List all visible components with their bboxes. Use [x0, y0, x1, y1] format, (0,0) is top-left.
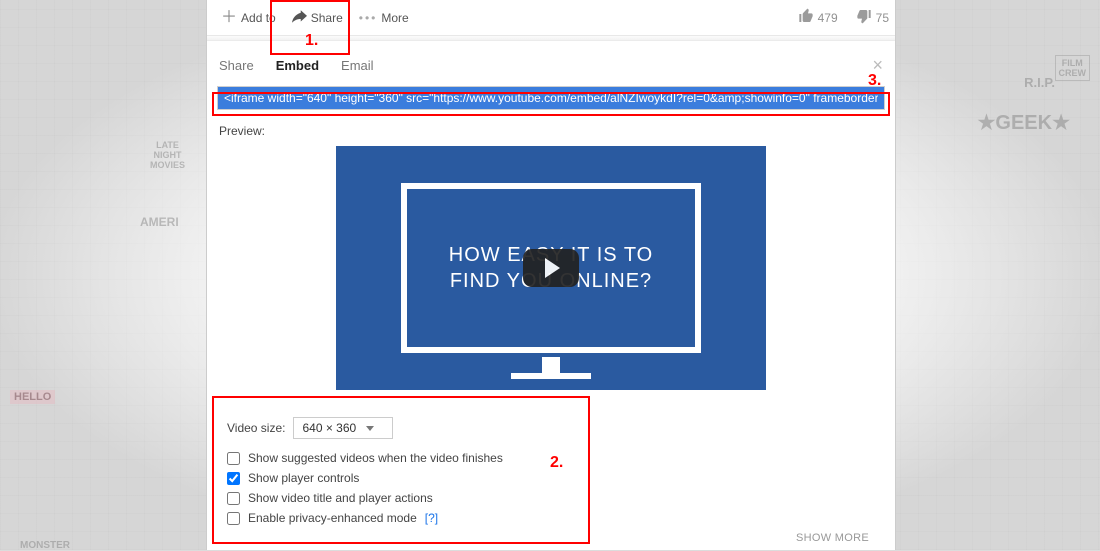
opt-privacy[interactable]: Enable privacy-enhanced mode [?] — [227, 508, 875, 528]
embed-code-input[interactable] — [217, 86, 885, 110]
opt-controls-label: Show player controls — [248, 471, 359, 485]
doodle-film: FILM CREW — [1055, 55, 1091, 81]
doodle-geek: ★GEEK★ — [977, 110, 1070, 135]
opt-title-actions-checkbox[interactable] — [227, 492, 240, 505]
share-arrow-icon — [292, 10, 307, 26]
tab-share[interactable]: Share — [219, 58, 254, 73]
add-to-button[interactable]: ＋ Add to — [213, 6, 284, 30]
dislike-count: 75 — [876, 11, 889, 25]
more-label: More — [381, 11, 408, 25]
privacy-help-link[interactable]: [?] — [425, 511, 438, 525]
video-preview[interactable]: HOW EASY IT IS TO FIND YOU ONLINE? — [336, 146, 766, 390]
doodle-monster: MONSTER — [20, 540, 70, 551]
preview-area: HOW EASY IT IS TO FIND YOU ONLINE? — [207, 146, 895, 390]
tab-embed[interactable]: Embed — [276, 58, 319, 73]
video-size-value: 640 × 360 — [302, 421, 356, 435]
video-size-row: Video size: 640 × 360 — [227, 414, 875, 442]
like-group: 479 75 — [798, 8, 889, 27]
share-button[interactable]: Share — [284, 6, 351, 30]
opt-suggested-checkbox[interactable] — [227, 452, 240, 465]
doodle-ameri: AMERI — [140, 215, 179, 229]
plus-icon: ＋ — [221, 10, 237, 26]
annotation-label-2: 2. — [550, 454, 563, 472]
embed-code-wrap — [217, 86, 885, 110]
video-size-select[interactable]: 640 × 360 — [293, 417, 393, 439]
annotation-label-3: 3. — [868, 72, 881, 90]
thumbs-down-icon[interactable] — [856, 8, 872, 27]
add-to-label: Add to — [241, 11, 276, 25]
show-more-button[interactable]: SHOW MORE — [227, 528, 875, 546]
share-label: Share — [311, 11, 343, 25]
embed-options: Video size: 640 × 360 Show suggested vid… — [217, 406, 885, 550]
monitor-stand — [542, 357, 560, 373]
more-button[interactable]: ••• More — [351, 7, 417, 29]
thumbs-up-icon[interactable] — [798, 8, 814, 27]
monitor-base — [511, 373, 591, 379]
preview-label: Preview: — [207, 120, 895, 146]
like-count: 479 — [818, 11, 838, 25]
opt-title-actions-label: Show video title and player actions — [248, 491, 433, 505]
opt-title-actions[interactable]: Show video title and player actions — [227, 488, 875, 508]
video-action-bar: ＋ Add to Share ••• More 479 75 — [207, 0, 895, 36]
annotation-label-1: 1. — [305, 32, 318, 50]
doodle-movies: LATE NIGHT MOVIES — [150, 140, 185, 170]
opt-privacy-label: Enable privacy-enhanced mode — [248, 511, 417, 525]
video-size-label: Video size: — [227, 421, 285, 435]
play-icon — [545, 258, 560, 278]
opt-privacy-checkbox[interactable] — [227, 512, 240, 525]
chevron-down-icon — [366, 426, 374, 431]
opt-suggested-label: Show suggested videos when the video fin… — [248, 451, 503, 465]
tab-email[interactable]: Email — [341, 58, 374, 73]
opt-controls-checkbox[interactable] — [227, 472, 240, 485]
more-dots-icon: ••• — [359, 11, 378, 25]
play-button[interactable] — [523, 249, 579, 287]
doodle-rip: R.I.P. — [1024, 75, 1055, 90]
doodle-hello: HELLO — [10, 390, 55, 404]
